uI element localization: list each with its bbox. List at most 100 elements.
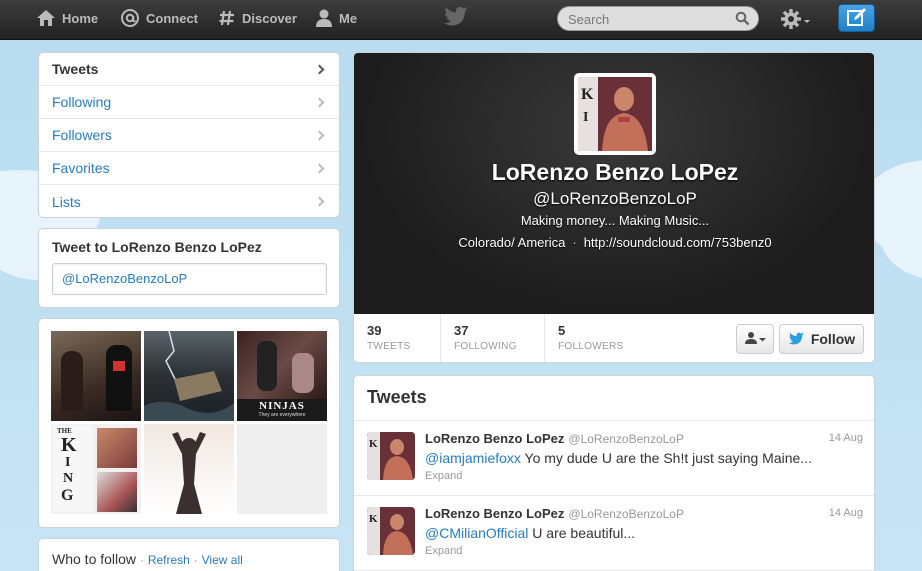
search-box: [557, 6, 759, 31]
nav-connect-label: Connect: [146, 10, 198, 26]
follow-button[interactable]: Follow: [779, 324, 864, 354]
tweet-item[interactable]: K LoRenzo Benzo LoPez @LoRenzoBenzoLoP 14…: [354, 496, 874, 571]
logo-letter: K: [61, 434, 77, 456]
sidebar-item-tweets[interactable]: Tweets: [39, 53, 339, 86]
stat-label: TWEETS: [367, 341, 411, 352]
nav-connect[interactable]: Connect: [120, 0, 198, 36]
tweet-avatar[interactable]: K: [367, 507, 415, 555]
profile-stats: 39 TWEETS 37 FOLLOWING 5 FOLLOWERS Follo…: [354, 314, 874, 362]
tweet-text: @iamjamiefoxx Yo my dude U are the Sh!t …: [425, 450, 812, 466]
tweet-to-input[interactable]: @LoRenzoBenzoLoP: [52, 263, 327, 295]
profile-nav-card: Tweets Following Followers Favorites Lis…: [38, 52, 340, 218]
media-thumbnail[interactable]: THE K I N G: [51, 424, 141, 514]
separator-dot: ·: [139, 553, 144, 567]
who-to-follow-title: Who to follow: [52, 551, 137, 567]
sidebar-item-label: Tweets: [52, 61, 99, 77]
tweets-timeline-card: Tweets K LoRenzo Benzo LoPez @LoRenzoBenz…: [353, 375, 875, 571]
media-thumbnail[interactable]: [144, 424, 234, 514]
stat-label: FOLLOWING: [454, 341, 517, 352]
compose-icon: [846, 7, 868, 30]
tweet-author-handle: @LoRenzoBenzoLoP: [568, 432, 684, 446]
tweet-item[interactable]: K LoRenzo Benzo LoPez @LoRenzoBenzoLoP 14…: [354, 421, 874, 496]
nav-discover-label: Discover: [242, 10, 297, 26]
chevron-down-icon: [802, 13, 812, 29]
logo-letter: I: [65, 455, 71, 470]
profile-avatar[interactable]: KI: [574, 73, 656, 155]
svg-text:K: K: [581, 86, 594, 103]
tweets-header: Tweets: [354, 376, 874, 421]
tweet-expand-link[interactable]: Expand: [425, 470, 462, 482]
separator-dot: ·: [193, 553, 198, 567]
logo-letter: G: [61, 487, 74, 504]
tweet-author-handle: @LoRenzoBenzoLoP: [568, 507, 684, 521]
search-input[interactable]: [568, 10, 728, 28]
media-thumbnail[interactable]: [51, 331, 141, 421]
stat-number: 5: [558, 323, 566, 338]
profile-header-card: KI LoRenzo Benzo LoPez @LoRenzoBenzoLoP …: [353, 52, 875, 363]
tweet-mention[interactable]: @CMilianOfficial: [425, 525, 528, 541]
sidebar-item-favorites[interactable]: Favorites: [39, 152, 339, 185]
twitter-bird-icon[interactable]: [443, 6, 469, 31]
tweet-author-name[interactable]: LoRenzo Benzo LoPez: [425, 431, 564, 446]
chevron-right-icon: [314, 97, 325, 107]
tweet-date[interactable]: 14 Aug: [829, 432, 863, 444]
nav-me[interactable]: Me: [315, 0, 357, 36]
sidebar-item-lists[interactable]: Lists: [39, 185, 339, 218]
chevron-right-icon: [314, 163, 325, 173]
stat-following[interactable]: 37 FOLLOWING: [441, 314, 545, 362]
sidebar-item-followers[interactable]: Followers: [39, 119, 339, 152]
sidebar-item-following[interactable]: Following: [39, 86, 339, 119]
chevron-right-icon: [314, 196, 325, 207]
user-actions-button[interactable]: [736, 324, 774, 354]
tweet-mention[interactable]: @iamjamiefoxx: [425, 450, 521, 466]
view-all-link[interactable]: View all: [202, 553, 243, 567]
follow-button-label: Follow: [810, 331, 856, 347]
separator-dot: ·: [572, 235, 577, 250]
person-icon: [744, 331, 758, 348]
stat-followers[interactable]: 5 FOLLOWERS: [545, 314, 649, 362]
media-thumbnail[interactable]: NINJAS They are everywhere: [237, 331, 327, 421]
svg-text:I: I: [583, 110, 588, 125]
stat-number: 37: [454, 323, 469, 338]
profile-url[interactable]: http://soundcloud.com/753benz0: [584, 235, 772, 250]
person-icon: [315, 8, 333, 28]
nav-me-label: Me: [339, 10, 358, 26]
tweet-author-name[interactable]: LoRenzo Benzo LoPez: [425, 506, 564, 521]
tweet-body: Yo my dude U are the Sh!t just saying Ma…: [520, 450, 812, 466]
settings-menu[interactable]: [780, 8, 812, 33]
nav-home[interactable]: Home: [36, 0, 98, 36]
logo-letter: N: [63, 471, 74, 486]
tweets-title: Tweets: [367, 387, 427, 407]
home-icon: [36, 9, 56, 27]
tweet-text: @CMilianOfficial U are beautiful...: [425, 525, 635, 541]
sidebar-item-label: Following: [52, 94, 112, 110]
search-icon[interactable]: [735, 11, 750, 29]
refresh-link[interactable]: Refresh: [148, 553, 190, 567]
profile-bio: Making money... Making Music...: [520, 213, 710, 228]
profile-location: Colorado/ America: [458, 235, 566, 250]
tweet-expand-link[interactable]: Expand: [425, 545, 462, 557]
profile-name: LoRenzo Benzo LoPez: [491, 159, 739, 185]
profile-location-line: Colorado/ America · http://soundcloud.com/…: [354, 235, 874, 250]
tweet-avatar[interactable]: K: [367, 432, 415, 480]
profile-handle: @LoRenzoBenzoLoP: [533, 189, 697, 208]
tweet-body: U are beautiful...: [528, 525, 636, 541]
tweet-author: LoRenzo Benzo LoPez @LoRenzoBenzoLoP: [425, 506, 684, 521]
tweet-author: LoRenzo Benzo LoPez @LoRenzoBenzoLoP: [425, 431, 684, 446]
media-thumbnail[interactable]: [144, 331, 234, 421]
tweet-date[interactable]: 14 Aug: [829, 507, 863, 519]
stat-tweets[interactable]: 39 TWEETS: [354, 314, 441, 362]
svg-text:K: K: [369, 513, 378, 525]
nav-home-label: Home: [62, 10, 99, 26]
compose-tweet-button[interactable]: [838, 4, 875, 32]
nav-discover[interactable]: Discover: [218, 0, 297, 36]
hash-icon: [218, 9, 236, 27]
who-to-follow-header: Who to follow · Refresh · View all: [52, 551, 243, 567]
ninjas-caption: NINJAS: [259, 400, 305, 412]
stat-label: FOLLOWERS: [558, 341, 624, 352]
media-thumbnail-empty: [237, 424, 327, 514]
ninjas-subcaption: They are everywhere: [258, 412, 306, 418]
at-icon: [120, 8, 140, 28]
top-navigation-bar: Home Connect Discover Me: [0, 0, 922, 40]
chevron-right-icon: [314, 130, 325, 140]
